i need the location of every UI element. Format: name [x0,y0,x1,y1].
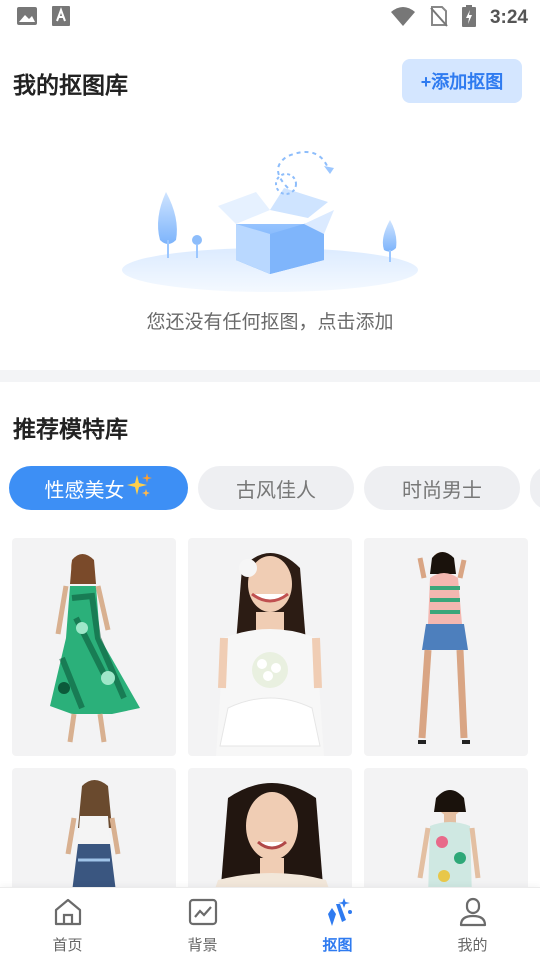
library-header: 我的抠图库 +添加抠图 [0,56,540,106]
wifi-icon [390,6,416,30]
section-divider [0,370,540,382]
add-cutout-button[interactable]: +添加抠图 [402,59,522,103]
screen: 3:24 我的抠图库 +添加抠图 您还没有任何抠图，点击添加 推荐模特库 性感美… [0,0,540,960]
model-image [65,780,121,892]
model-image [417,552,470,744]
nav-home[interactable]: 首页 [0,888,135,960]
model-library-title: 推荐模特库 [13,417,128,443]
model-card[interactable] [188,768,352,898]
nav-label: 我的 [457,936,488,954]
nav-profile[interactable]: 我的 [405,888,540,960]
library-title: 我的抠图库 [13,73,128,99]
model-image [417,790,481,898]
profile-icon [457,896,489,932]
background-icon [187,896,219,932]
model-card[interactable] [364,768,528,898]
empty-state-text: 您还没有任何抠图，点击添加 [146,311,394,333]
nav-label: 背景 [187,936,218,954]
sparkle-icon [126,472,153,504]
no-sim-icon [430,5,448,31]
model-card[interactable] [12,538,176,756]
nav-background[interactable]: 背景 [135,888,270,960]
bottom-nav: 首页 背景 抠图 我的 [0,887,540,960]
magic-wand-icon [322,896,354,932]
tab-label: 性感美女 [44,477,125,502]
empty-box-illustration [118,148,422,298]
tab-fashion-men[interactable]: 时尚男士 [364,466,520,510]
nav-label: 首页 [52,936,83,954]
gallery-icon [16,6,38,30]
model-card[interactable] [364,538,528,756]
tab-sexy-beauty[interactable]: 性感美女 [9,466,188,510]
home-icon [52,896,84,932]
battery-charging-icon [461,5,476,31]
a-notify-icon [52,6,70,30]
model-image [216,553,324,756]
model-card[interactable] [12,768,176,898]
nav-cutout[interactable]: 抠图 [270,888,405,960]
tab-more[interactable] [530,466,540,510]
model-image [212,783,332,898]
tab-classical-beauty[interactable]: 古风佳人 [198,466,354,510]
status-bar: 3:24 [0,0,540,36]
status-time: 3:24 [489,7,528,28]
model-category-tabs: 性感美女 古风佳人 时尚男士 [9,466,540,512]
nav-label: 抠图 [322,936,353,954]
model-card[interactable] [188,538,352,756]
model-image [50,554,140,743]
